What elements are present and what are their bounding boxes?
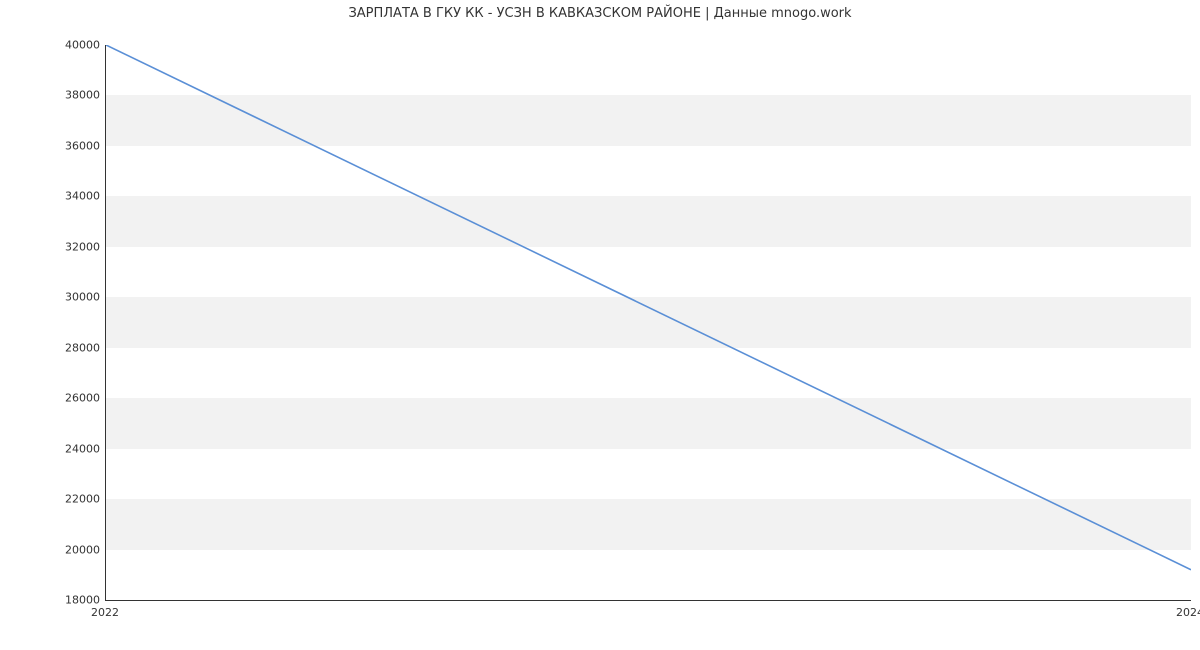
y-tick-label: 18000 (50, 594, 100, 607)
series-line (106, 45, 1191, 570)
chart-title: ЗАРПЛАТА В ГКУ КК - УСЗН В КАВКАЗСКОМ РА… (0, 6, 1200, 21)
y-tick-label: 36000 (50, 139, 100, 152)
y-tick-label: 34000 (50, 190, 100, 203)
y-tick-label: 24000 (50, 442, 100, 455)
y-tick-label: 32000 (50, 240, 100, 253)
y-tick-label: 20000 (50, 543, 100, 556)
y-tick-label: 38000 (50, 89, 100, 102)
line-layer (106, 45, 1191, 600)
plot-area (105, 45, 1191, 601)
x-tick-label: 2022 (91, 606, 119, 619)
y-tick-label: 28000 (50, 341, 100, 354)
y-tick-label: 22000 (50, 493, 100, 506)
y-tick-label: 40000 (50, 39, 100, 52)
chart-container: ЗАРПЛАТА В ГКУ КК - УСЗН В КАВКАЗСКОМ РА… (0, 0, 1200, 650)
y-tick-label: 30000 (50, 291, 100, 304)
x-tick-label: 2024 (1176, 606, 1200, 619)
y-tick-label: 26000 (50, 392, 100, 405)
